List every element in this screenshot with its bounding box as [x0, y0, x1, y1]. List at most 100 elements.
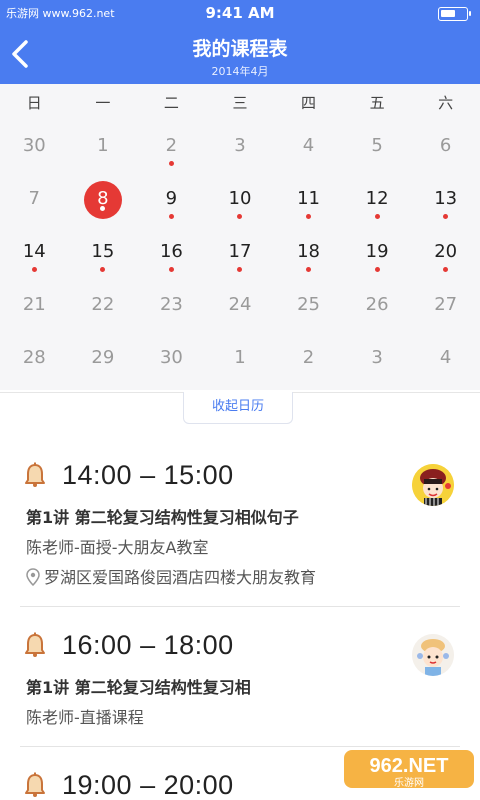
- calendar-day-today[interactable]: 8: [69, 175, 138, 228]
- course-card[interactable]: 14:00 – 15:00 第1讲 第二轮复习结构性复习相似句子 陈老师-面授-…: [20, 460, 460, 590]
- calendar-day[interactable]: 21: [0, 281, 69, 334]
- bell-icon: [25, 772, 45, 797]
- course-indicator-dot: [100, 267, 106, 272]
- calendar-day[interactable]: 29: [69, 334, 138, 387]
- course-indicator-dot: [443, 214, 449, 219]
- calendar-week: 7 8 9 10 11 12 13: [0, 175, 480, 228]
- calendar-day[interactable]: 16: [137, 228, 206, 281]
- calendar-day[interactable]: 9: [137, 175, 206, 228]
- day-number: 1: [97, 135, 109, 156]
- course-teacher: 陈老师-直播课程: [26, 708, 144, 727]
- course-time: 19:00 – 20:00: [62, 770, 234, 800]
- calendar-day[interactable]: 14: [0, 228, 69, 281]
- calendar-day[interactable]: 25: [274, 281, 343, 334]
- calendar-day[interactable]: 20: [411, 228, 480, 281]
- day-number: 2: [302, 347, 315, 368]
- day-number: 11: [297, 188, 320, 209]
- calendar-day[interactable]: 19: [343, 228, 412, 281]
- watermark-subtext: 乐游网: [394, 776, 424, 789]
- day-number: 13: [434, 188, 458, 209]
- page-title: 我的课程表: [192, 38, 288, 60]
- day-number: 30: [22, 135, 46, 156]
- calendar-day[interactable]: 13: [411, 175, 480, 228]
- battery-icon: [438, 7, 471, 21]
- day-number: 7: [28, 188, 40, 209]
- page-subtitle: 2014年4月: [211, 65, 269, 78]
- day-number: 19: [365, 241, 389, 262]
- course-indicator-dot: [374, 214, 380, 219]
- course-teacher: 陈老师-面授-大朋友A教室: [26, 538, 209, 557]
- calendar-day[interactable]: 1: [69, 122, 138, 175]
- calendar-day[interactable]: 26: [343, 281, 412, 334]
- day-number: 4: [302, 135, 315, 156]
- day-number: 29: [91, 347, 115, 368]
- calendar-day[interactable]: 30: [137, 334, 206, 387]
- course-indicator-dot: [306, 214, 312, 219]
- course-address: 罗湖区爱国路俊园酒店四楼大朋友教育: [26, 564, 316, 588]
- day-number: 3: [371, 347, 383, 368]
- day-number: 14: [22, 241, 46, 262]
- calendar-day[interactable]: 15: [69, 228, 138, 281]
- course-divider: [20, 606, 460, 607]
- day-number: 15: [91, 241, 115, 262]
- day-number: 16: [159, 241, 183, 262]
- app-header: 乐游网 www.962.net 9:41 AM 我的课程表 2014年4月: [0, 0, 480, 84]
- child-avatar-icon: [412, 634, 454, 676]
- location-pin-icon: [26, 568, 40, 586]
- calendar-day[interactable]: 3: [206, 122, 275, 175]
- weekday-label: 三: [232, 94, 248, 112]
- calendar-week: 30 1 2 3 4 5 6: [0, 122, 480, 175]
- calendar-day[interactable]: 12: [343, 175, 412, 228]
- month-calendar: 日一二三四五六 30 1 2 3 4 5 6 7 8 9 10 11 12 13 14 15 16 17 18 19 2…: [0, 84, 480, 390]
- collapse-calendar-button[interactable]: 收起日历: [183, 392, 293, 424]
- calendar-day[interactable]: 24: [206, 281, 275, 334]
- bell-icon: [25, 632, 45, 657]
- calendar-day[interactable]: 11: [274, 175, 343, 228]
- day-number: 22: [91, 294, 115, 315]
- course-indicator-dot: [168, 267, 174, 272]
- day-number: 24: [228, 294, 252, 315]
- weekday-label: 四: [301, 94, 317, 112]
- calendar-day[interactable]: 10: [206, 175, 275, 228]
- calendar-day[interactable]: 4: [411, 334, 480, 387]
- course-indicator-dot: [237, 267, 243, 272]
- day-number: 1: [234, 347, 246, 368]
- day-number: 9: [165, 188, 178, 209]
- day-number: 21: [22, 294, 46, 315]
- calendar-week: 14 15 16 17 18 19 20: [0, 228, 480, 281]
- calendar-day[interactable]: 18: [274, 228, 343, 281]
- course-indicator-dot: [168, 161, 174, 166]
- calendar-day[interactable]: 5: [343, 122, 412, 175]
- calendar-week: 28 29 30 1 2 3 4: [0, 334, 480, 387]
- calendar-day[interactable]: 1: [206, 334, 275, 387]
- day-number: 23: [159, 294, 183, 315]
- weekday-label: 日: [26, 94, 42, 112]
- day-number: 12: [365, 188, 389, 209]
- watermark-logo: 962.NET 乐游网: [344, 750, 474, 789]
- course-name: 第1讲 第二轮复习结构性复习相: [26, 678, 251, 697]
- calendar-day[interactable]: 30: [0, 122, 69, 175]
- calendar-day[interactable]: 3: [343, 334, 412, 387]
- day-number: 5: [371, 135, 383, 156]
- calendar-day[interactable]: 17: [206, 228, 275, 281]
- calendar-day[interactable]: 4: [274, 122, 343, 175]
- day-number: 3: [234, 135, 246, 156]
- address-text: 罗湖区爱国路俊园酒店四楼大朋友教育: [44, 568, 317, 587]
- watermark-text: 962.NET: [370, 755, 449, 777]
- girl-avatar-icon: [412, 464, 454, 506]
- calendar-day[interactable]: 7: [0, 175, 69, 228]
- weekday-label: 五: [369, 94, 385, 112]
- course-card[interactable]: 16:00 – 18:00 第1讲 第二轮复习结构性复习相 陈老师-直播课程: [20, 630, 460, 730]
- status-bar: 乐游网 www.962.net 9:41 AM: [0, 0, 480, 28]
- calendar-day[interactable]: 2: [274, 334, 343, 387]
- bell-icon: [25, 462, 45, 487]
- weekday-label: 一: [95, 94, 111, 112]
- calendar-day[interactable]: 6: [411, 122, 480, 175]
- day-number: 27: [434, 294, 458, 315]
- calendar-day[interactable]: 23: [137, 281, 206, 334]
- calendar-day[interactable]: 28: [0, 334, 69, 387]
- calendar-day[interactable]: 2: [137, 122, 206, 175]
- calendar-day[interactable]: 27: [411, 281, 480, 334]
- calendar-day[interactable]: 22: [69, 281, 138, 334]
- day-number: 17: [228, 241, 252, 262]
